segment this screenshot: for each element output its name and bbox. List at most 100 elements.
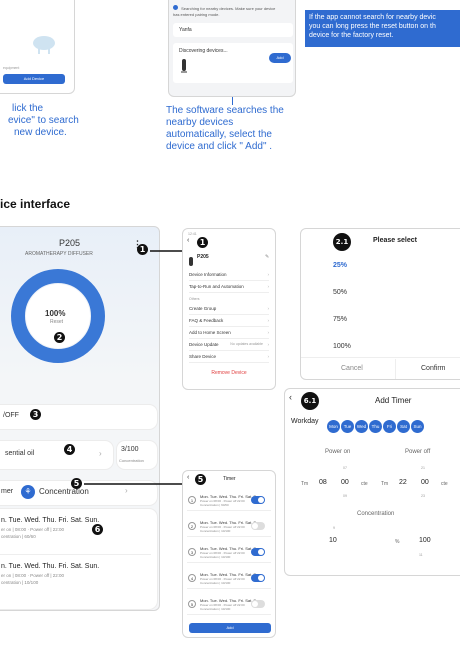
oil-card[interactable]: sential oil › <box>0 441 113 469</box>
power-off-label: Power off <box>405 449 431 455</box>
edit-icon[interactable]: ✎ <box>265 254 269 260</box>
note-line: you can long press the reset button on t… <box>309 23 436 30</box>
menu-item-label: Share Device <box>189 354 217 359</box>
badge-2-1: 2.1 <box>333 233 351 251</box>
menu-item-label: Tap-to-Run and Automation <box>189 284 244 289</box>
back-icon[interactable]: ‹ <box>289 392 292 402</box>
back-icon[interactable]: ‹ <box>187 237 189 244</box>
timer-row[interactable]: 2 Mon. Tue. Wed. Thu. Fri. Sat. Sun. Power… <box>187 517 271 537</box>
divider <box>0 554 151 555</box>
ring-value: 100% <box>45 309 66 318</box>
badge-1-menu: 1 <box>197 237 208 248</box>
timer-index: 3 <box>188 548 196 556</box>
remove-device-button[interactable]: Remove Device <box>183 370 275 376</box>
badge-3: 3 <box>30 409 41 420</box>
weekday-pill[interactable]: Mon <box>327 420 340 433</box>
diffuser-icon <box>181 59 187 78</box>
chevron-right-icon: › <box>267 330 270 335</box>
cancel-button[interactable]: Cancel <box>341 365 363 372</box>
concentration-label: Concentration <box>119 458 144 463</box>
option-25[interactable]: 25% <box>333 262 347 269</box>
confirm-button[interactable]: Confirm <box>421 365 446 372</box>
tm-label: Tm <box>381 481 389 487</box>
notice-row: Searching for nearby devices. Make sure … <box>173 5 293 18</box>
menu-item[interactable]: Create Group › <box>189 303 269 315</box>
concentration-picker[interactable]: 10 <box>329 537 337 544</box>
schedule-days: n. Tue. Wed. Thu. Fri. Sat. Sun. <box>1 517 100 524</box>
divider <box>395 359 396 379</box>
timer-toggle[interactable] <box>251 522 265 530</box>
back-icon[interactable]: ‹ <box>187 474 189 481</box>
off-hour-picker[interactable]: 22 <box>399 479 407 486</box>
concentration-select-screen: 2.1 Please select 25% 50% 75% 100% Cance… <box>300 228 460 380</box>
on-hour-next: 09 <box>343 494 347 498</box>
chevron-right-icon: › <box>267 342 270 347</box>
menu-item-label: Add to Home Screen <box>189 330 231 335</box>
concentration-card[interactable]: 3/100 Concentration <box>117 441 157 469</box>
badge-5-timer: 5 <box>195 474 206 485</box>
weekday-pill[interactable]: Wed <box>355 420 368 433</box>
timer-row[interactable]: 1 Mon. Tue. Wed. Thu. Fri. Sat. Sun. Power… <box>187 491 271 511</box>
timer-index: 5 <box>188 600 196 608</box>
timer-index: 2 <box>188 522 196 530</box>
timer-row[interactable]: 5 Mon. Tue. Wed. Thu. Fri. Sat. Sun. Power… <box>187 595 271 615</box>
top-left-caption: lick the evice" to search new device. <box>2 103 92 139</box>
schedule-conc: centration | 10/100 <box>1 580 39 585</box>
on-hour-prev: 07 <box>343 466 347 470</box>
menu-item-label: Create Group <box>189 306 217 311</box>
timer-toggle[interactable] <box>251 496 265 504</box>
notice-text: Searching for nearby devices. Make sure … <box>181 6 276 11</box>
top-left-screen: equipment Add Device <box>0 0 75 94</box>
add-device-button[interactable]: Add Device <box>3 74 65 84</box>
menu-item[interactable]: Share Device › <box>189 351 269 363</box>
menu-item[interactable]: Add to Home Screen › <box>189 327 269 339</box>
schedule-item[interactable]: n. Tue. Wed. Thu. Fri. Sat. Sun. er on |… <box>1 563 151 585</box>
menu-item[interactable]: Device Information › <box>189 269 269 281</box>
menu-section-label: Others <box>189 297 200 301</box>
chevron-right-icon: › <box>267 284 270 289</box>
weekday-pill[interactable]: Sun <box>411 420 424 433</box>
timer-toggle[interactable] <box>251 548 265 556</box>
timer-index: 1 <box>188 496 196 504</box>
off-minute-picker[interactable]: 00 <box>421 479 429 486</box>
concentration-tab[interactable]: Concentration <box>39 487 89 496</box>
weekday-pill[interactable]: Fri <box>383 420 396 433</box>
option-50[interactable]: 50% <box>333 289 347 296</box>
connector-line <box>232 97 233 105</box>
discover-screen: Searching for nearby devices. Make sure … <box>168 0 296 97</box>
concentration-tab-icon: ⚘ <box>21 485 35 499</box>
chevron-right-icon: › <box>267 354 270 359</box>
on-hour-picker[interactable]: 08 <box>319 479 327 486</box>
timer-toggle[interactable] <box>251 574 265 582</box>
timer-toggle[interactable] <box>251 600 265 608</box>
equipment-text: equipment <box>3 66 20 70</box>
power-label: /OFF <box>3 412 19 419</box>
option-75[interactable]: 75% <box>333 316 347 323</box>
timer-conc: Concentration | 10/100 <box>200 581 231 585</box>
menu-item[interactable]: Tap-to-Run and Automation › <box>189 281 269 293</box>
schedule-days: n. Tue. Wed. Thu. Fri. Sat. Sun. <box>1 563 100 570</box>
weekday-pill[interactable]: Sat <box>397 420 410 433</box>
menu-item[interactable]: Device Update No updates available › <box>189 339 269 351</box>
timer-row[interactable]: 4 Mon. Tue. Wed. Thu. Fri. Sat. Sun. Power… <box>187 569 271 589</box>
schedule-item[interactable]: n. Tue. Wed. Thu. Fri. Sat. Sun. er on |… <box>1 517 151 539</box>
timer-add-button[interactable]: Add <box>189 623 271 633</box>
timer-label: mer <box>1 488 14 495</box>
menu-item-label: Device Information <box>189 272 227 277</box>
chevron-right-icon: › <box>267 306 270 311</box>
caption-line: automatically, select the <box>166 129 272 140</box>
arrow-5 <box>84 480 188 488</box>
divider <box>301 357 460 358</box>
timer-row[interactable]: 3 Mon. Tue. Wed. Thu. Fri. Sat. Sun. Power… <box>187 543 271 563</box>
on-minute-picker[interactable]: 00 <box>341 479 349 486</box>
power-card[interactable]: /OFF <box>0 405 157 429</box>
wifi-row[interactable]: Yanfa <box>173 23 293 37</box>
option-100[interactable]: 100% <box>333 343 351 350</box>
caption-line: The software searches the <box>166 105 284 116</box>
menu-item[interactable]: FAQ & Feedback › <box>189 315 269 327</box>
badge-5: 5 <box>71 478 82 489</box>
off-unit-label: cte <box>441 481 448 487</box>
weekday-pill[interactable]: Thu <box>369 420 382 433</box>
discover-add-button[interactable]: Add <box>269 53 291 63</box>
weekday-pill[interactable]: Tue <box>341 420 354 433</box>
